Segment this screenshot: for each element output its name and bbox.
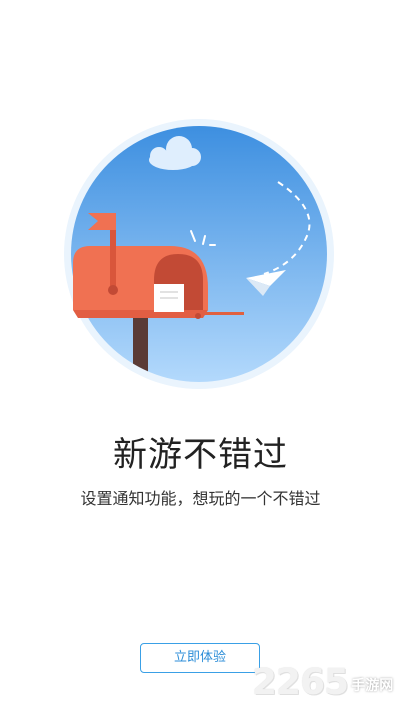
try-now-button[interactable]: 立即体验 xyxy=(140,643,260,673)
watermark-logo: 2265 手游网 xyxy=(252,660,398,704)
watermark-site: 手游网 xyxy=(351,678,394,694)
letter-icon xyxy=(154,284,184,312)
watermark-number: 2265 xyxy=(252,661,349,703)
mailbox-illustration xyxy=(58,118,340,390)
guide-headline: 新游不错过 xyxy=(113,435,288,475)
mailbox-icon xyxy=(73,246,208,319)
guide-subline: 设置通知功能，想玩的一个不错过 xyxy=(80,489,321,508)
